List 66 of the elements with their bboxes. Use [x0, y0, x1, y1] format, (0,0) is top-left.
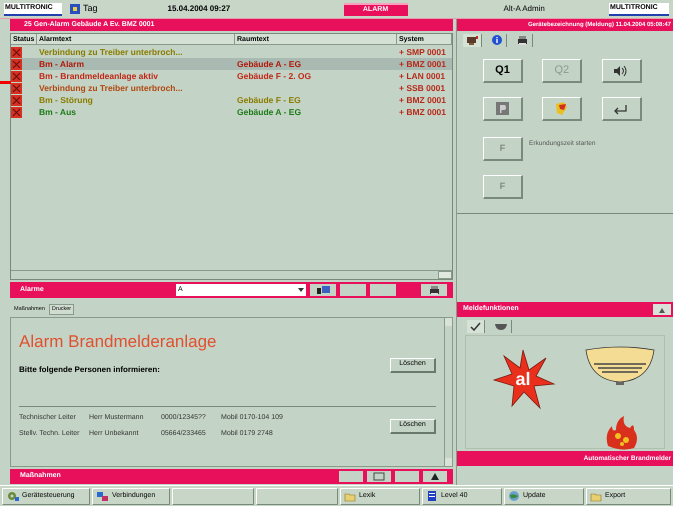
table-cell: Gebäude F - EG: [237, 94, 301, 105]
footer-button[interactable]: [423, 471, 447, 482]
vertical-scrollbar[interactable]: [444, 318, 452, 466]
folder-icon: [590, 490, 602, 502]
day-button[interactable]: Tag: [68, 2, 100, 16]
dropdown-caret-icon: [298, 288, 304, 292]
printer-icon: [516, 34, 529, 46]
status-icon: [11, 106, 22, 118]
table-cell-text: + BMZ 0001: [398, 106, 448, 118]
printer-icon: [428, 284, 440, 296]
function-button[interactable]: F: [483, 175, 523, 199]
table-row[interactable]: Bm - Störung Gebäude F - EG + BMZ 0001: [11, 94, 452, 106]
table-cell-text: Bm - Alarm: [38, 58, 86, 70]
fire-icon: [604, 416, 638, 450]
table-cell-text: Bm - Störung: [38, 94, 94, 106]
function-button[interactable]: F: [483, 137, 523, 161]
panel-button[interactable]: [653, 304, 671, 315]
instruction-text: Bitte folgende Personen informieren:: [19, 364, 160, 376]
horizontal-scrollbar[interactable]: [11, 270, 452, 279]
gear-icon: [6, 490, 19, 502]
table-cell-text: Bm - Brandmeldeanlage aktiv: [38, 70, 160, 82]
table-row[interactable]: Bm - Brandmeldeanlage aktiv Gebäude F - 2. OG + LAN 0001: [11, 70, 452, 82]
alert-title: Alarm Brandmelderanlage: [19, 332, 218, 352]
toolbar-button[interactable]: [421, 284, 447, 296]
footer-button[interactable]: [367, 471, 391, 482]
table-cell-text: + SMP 0001: [398, 46, 447, 58]
status-icon: [11, 70, 22, 82]
table-cell-text: Verbindung zu Treiber unterbroch...: [38, 82, 184, 94]
table-cell: Gebäude A - EG: [237, 106, 302, 117]
table-row[interactable]: Bm - Aus Gebäude A - EG + BMZ 0001: [11, 106, 452, 118]
taskbar-button[interactable]: [172, 488, 254, 504]
status-icon: [11, 94, 22, 106]
tab[interactable]: [467, 320, 485, 332]
status-icon: [11, 58, 22, 70]
table-cell-text: + SSB 0001: [398, 82, 446, 94]
speaker-icon: [613, 64, 630, 78]
table-cell-text: + BMZ 0001: [398, 94, 448, 106]
folder-icon: [344, 490, 356, 502]
smoke-detector-icon: [584, 346, 656, 386]
panel-button[interactable]: [602, 59, 642, 83]
table-row[interactable]: Verbindung zu Treiber unterbroch... + SSB 0001: [11, 82, 452, 94]
computer-icon: [466, 34, 478, 46]
globe-icon: [508, 490, 520, 502]
tab[interactable]: [463, 34, 482, 46]
table-cell-text: Bm - Aus: [38, 106, 77, 118]
parking-icon: [495, 101, 510, 116]
network-icon: [96, 490, 109, 502]
panel-button[interactable]: Q1: [483, 59, 523, 83]
table-cell: Gebäude F - 2. OG: [237, 70, 312, 81]
check-icon: [470, 320, 481, 332]
date-time: 15.04.2004 09:27: [168, 3, 232, 15]
table-cell-text: + BMZ 0001: [398, 58, 448, 70]
window-icon: [373, 472, 385, 481]
table-cell-text: + LAN 0001: [398, 70, 446, 82]
toolbar-button[interactable]: [310, 284, 336, 296]
monitor-icon: [316, 285, 330, 295]
status-icon: [11, 82, 22, 94]
status-icon: [11, 46, 22, 58]
user-label: Alt-A Admin: [504, 3, 545, 15]
document-icon: [426, 490, 438, 502]
table-cell: Gebäude A - EG: [237, 58, 302, 69]
table-row[interactable]: Verbindung zu Treiber unterbroch... + SMP 0001: [11, 46, 452, 58]
taskbar-button[interactable]: [256, 488, 338, 504]
panel-button[interactable]: [602, 97, 642, 121]
table-cell-text: Verbindung zu Treiber unterbroch...: [38, 46, 184, 58]
info-icon: [491, 34, 503, 46]
